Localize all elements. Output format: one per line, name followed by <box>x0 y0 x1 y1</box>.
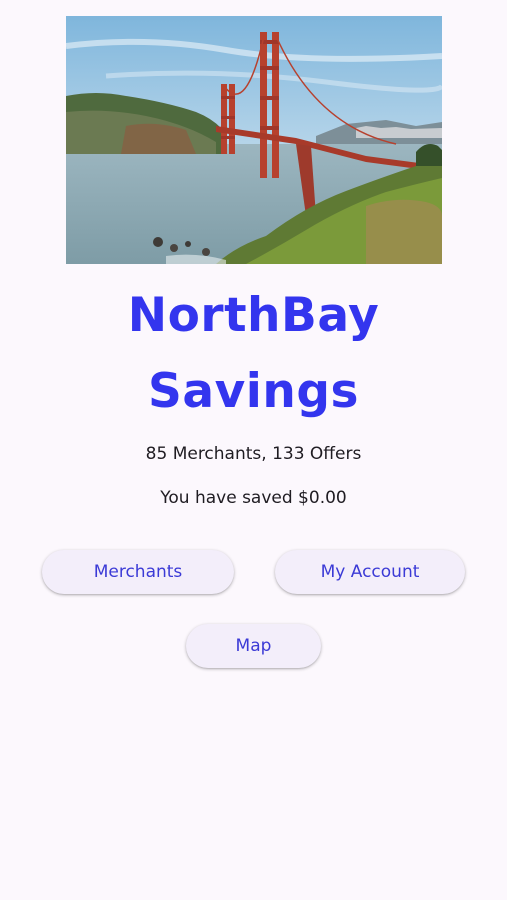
golden-gate-bridge-image <box>66 16 442 264</box>
savings-amount: You have saved $0.00 <box>160 488 347 508</box>
my-account-button-label: My Account <box>320 562 420 582</box>
merchants-offers-count: 85 Merchants, 133 Offers <box>145 444 362 464</box>
merchants-button-label: Merchants <box>93 562 183 582</box>
my-account-button[interactable]: My Account <box>275 550 465 594</box>
app-title-line1: NorthBay <box>127 288 380 343</box>
map-button[interactable]: Map <box>186 624 321 668</box>
map-button-label: Map <box>235 636 272 656</box>
app-title-line2: Savings <box>148 364 359 419</box>
merchants-button[interactable]: Merchants <box>42 550 234 594</box>
